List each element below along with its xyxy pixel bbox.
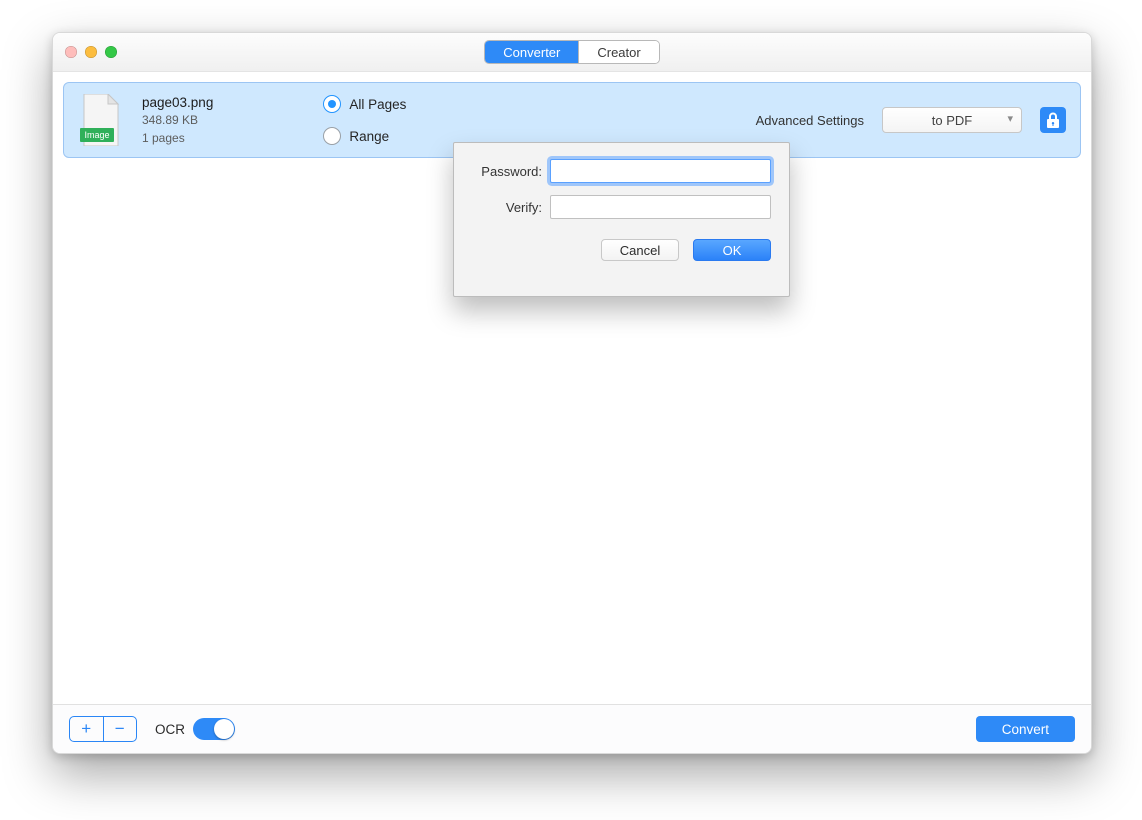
convert-button[interactable]: Convert xyxy=(976,716,1075,742)
ok-button[interactable]: OK xyxy=(693,239,771,261)
mode-segmented-control: Converter Creator xyxy=(484,40,659,64)
chevron-down-icon: ▾ xyxy=(1007,112,1013,125)
page-range-group: All Pages Range xyxy=(323,95,406,145)
add-file-button[interactable]: + xyxy=(70,717,103,741)
radio-all-pages[interactable]: All Pages xyxy=(323,95,406,113)
file-thumbnail: Image xyxy=(80,94,122,146)
minus-icon: − xyxy=(115,719,125,739)
password-lock-button[interactable] xyxy=(1040,107,1066,133)
toggle-knob xyxy=(214,719,234,739)
add-remove-control: + − xyxy=(69,716,137,742)
ocr-control: OCR xyxy=(155,718,235,740)
radio-all-pages-label: All Pages xyxy=(349,97,406,112)
password-input[interactable] xyxy=(550,159,771,183)
tab-converter[interactable]: Converter xyxy=(485,41,578,63)
radio-dot-icon xyxy=(323,127,341,145)
file-size: 348.89 KB xyxy=(142,112,213,129)
radio-range-label: Range xyxy=(349,129,389,144)
titlebar: Converter Creator xyxy=(53,33,1091,72)
cancel-button[interactable]: Cancel xyxy=(601,239,679,261)
ocr-label: OCR xyxy=(155,722,185,737)
advanced-settings-link[interactable]: Advanced Settings xyxy=(756,113,864,128)
file-name: page03.png xyxy=(142,93,213,113)
plus-icon: + xyxy=(81,719,91,739)
remove-file-button[interactable]: − xyxy=(104,717,137,741)
output-format-value: to PDF xyxy=(932,113,972,128)
file-meta: page03.png 348.89 KB 1 pages xyxy=(142,93,213,147)
verify-label: Verify: xyxy=(472,200,542,215)
tab-creator[interactable]: Creator xyxy=(578,41,658,63)
radio-range[interactable]: Range xyxy=(323,127,406,145)
password-row: Password: xyxy=(472,159,771,183)
password-dialog: Password: Verify: Cancel OK xyxy=(453,142,790,297)
output-format-select[interactable]: to PDF ▾ xyxy=(882,107,1022,133)
verify-row: Verify: xyxy=(472,195,771,219)
file-icon: Image xyxy=(80,94,122,146)
bottom-toolbar: + − OCR Convert xyxy=(53,704,1091,753)
radio-dot-icon xyxy=(323,95,341,113)
app-window: Converter Creator Image page03.png xyxy=(52,32,1092,754)
dialog-buttons: Cancel OK xyxy=(454,231,789,261)
lock-icon xyxy=(1046,112,1060,128)
password-label: Password: xyxy=(472,164,542,179)
file-row-right: Advanced Settings to PDF ▾ xyxy=(756,107,1080,133)
ocr-toggle[interactable] xyxy=(193,718,235,740)
verify-input[interactable] xyxy=(550,195,771,219)
file-pages: 1 pages xyxy=(142,130,213,147)
content-area: Image page03.png 348.89 KB 1 pages All P… xyxy=(53,72,1091,704)
svg-text:Image: Image xyxy=(84,130,109,140)
